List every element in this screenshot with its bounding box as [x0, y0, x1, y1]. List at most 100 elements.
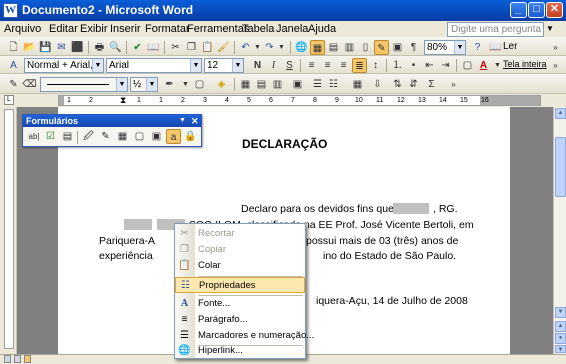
drop-down-field-icon[interactable]: ▤: [60, 129, 75, 144]
cell-align-icon[interactable]: ▣: [290, 77, 305, 92]
permission-icon[interactable]: ✉: [54, 40, 69, 55]
indent-marker-icon[interactable]: ⧗: [120, 96, 126, 105]
horizontal-ruler[interactable]: 1 2 ⧗ 1 1 2 3 4 5 6 7 8 9 10 11 12 13 14…: [58, 95, 541, 106]
draw-table-form-icon[interactable]: ✎: [98, 129, 113, 144]
menu-item-propriedades[interactable]: ☷ Propriedades: [175, 277, 305, 293]
decrease-indent-icon[interactable]: ⇤: [422, 58, 437, 73]
scroll-down-icon[interactable]: ▼: [555, 307, 566, 318]
redacted-rg-field[interactable]: [124, 219, 152, 230]
autoformat-icon[interactable]: ▦: [350, 77, 365, 92]
minimize-button[interactable]: _: [510, 2, 527, 18]
underline-button[interactable]: S: [282, 58, 297, 73]
bold-button[interactable]: N: [250, 58, 265, 73]
menu-janela[interactable]: Janela: [276, 23, 308, 35]
columns-icon[interactable]: ▯: [358, 40, 373, 55]
hyperlink-icon[interactable]: 🌐: [294, 40, 309, 55]
menu-item-fonte[interactable]: A Fonte...: [175, 296, 305, 312]
font-color-icon[interactable]: A: [476, 58, 491, 73]
merge-cells-icon[interactable]: ▤: [254, 77, 269, 92]
increase-indent-icon[interactable]: ⇥: [438, 58, 453, 73]
split-cells-icon[interactable]: ▥: [270, 77, 285, 92]
menu-item-copiar[interactable]: ❐ Copiar: [175, 242, 305, 258]
justify-icon[interactable]: ≣: [352, 58, 367, 73]
redacted-name-field[interactable]: [393, 203, 429, 214]
toolbar-options-dropdown-icon[interactable]: ▼: [179, 115, 186, 127]
browse-object-icon[interactable]: ●: [555, 333, 566, 344]
border-color-icon[interactable]: ✒: [162, 77, 177, 92]
previous-page-icon[interactable]: ▲: [555, 321, 566, 332]
outside-border-icon[interactable]: ▢: [192, 77, 207, 92]
paste-icon[interactable]: 📋: [200, 40, 215, 55]
menu-item-hiperlink[interactable]: 🌐 Hiperlink...: [175, 343, 305, 358]
scroll-up-icon[interactable]: ▲: [555, 108, 566, 119]
spelling-icon[interactable]: ✔: [130, 40, 145, 55]
zoom-select[interactable]: 80% ▼: [424, 40, 466, 55]
tables-borders-icon[interactable]: ▦: [310, 40, 325, 55]
save-icon[interactable]: 💾: [38, 40, 53, 55]
normal-view-icon[interactable]: [4, 355, 11, 363]
numbering-icon[interactable]: ⒈: [390, 58, 405, 73]
web-view-icon[interactable]: [14, 355, 21, 363]
insert-table-form-icon[interactable]: ▦: [115, 129, 130, 144]
align-right-icon[interactable]: ≡: [336, 58, 351, 73]
align-center-icon[interactable]: ≡: [320, 58, 335, 73]
show-hide-icon[interactable]: ¶: [406, 40, 421, 55]
form-field-shading-icon[interactable]: a: [166, 129, 181, 144]
insert-frame-icon[interactable]: ▢: [132, 129, 147, 144]
check-box-field-icon[interactable]: ☑: [43, 129, 58, 144]
draw-table-icon[interactable]: ✎: [6, 77, 21, 92]
menu-ferramentas[interactable]: Ferramentas: [187, 23, 249, 35]
read-label[interactable]: Ler: [503, 41, 517, 52]
next-page-icon[interactable]: ▼: [555, 345, 566, 353]
menu-tabela[interactable]: Tabela: [242, 23, 274, 35]
border-color-dropdown-icon[interactable]: ▼: [178, 77, 193, 92]
style-select[interactable]: Normal + Arial, Justi▼: [24, 58, 104, 73]
insert-frame-2-icon[interactable]: ▣: [149, 129, 164, 144]
help-icon[interactable]: ?: [470, 40, 485, 55]
insert-table-icon[interactable]: ▤: [326, 40, 341, 55]
distribute-rows-icon[interactable]: ☰: [310, 77, 325, 92]
line-spacing-icon[interactable]: ↕: [368, 58, 383, 73]
ask-dropdown-icon[interactable]: ▼: [546, 24, 554, 33]
drawing-icon[interactable]: ✎: [374, 40, 389, 55]
align-left-icon[interactable]: ≡: [304, 58, 319, 73]
formularios-close-icon[interactable]: ✕: [191, 115, 199, 127]
distribute-columns-icon[interactable]: ☷: [326, 77, 341, 92]
menu-item-paragrafo[interactable]: ≡ Parágrafo...: [175, 312, 305, 328]
new-document-icon[interactable]: 🗋: [6, 40, 21, 55]
shading-color-icon[interactable]: ◈: [214, 77, 229, 92]
menu-arquivo[interactable]: Arquivo: [4, 23, 41, 35]
research-icon[interactable]: 📖: [146, 40, 161, 55]
vertical-ruler[interactable]: [4, 109, 14, 349]
toolbar-options-icon-3[interactable]: »: [446, 77, 461, 92]
scroll-thumb[interactable]: [555, 137, 566, 197]
protect-form-icon[interactable]: 🔒: [183, 129, 198, 144]
line-style-select[interactable]: ▼: [40, 77, 128, 92]
font-size-select[interactable]: 12 ▼: [204, 58, 244, 73]
bullets-icon[interactable]: •: [406, 58, 421, 73]
open-icon[interactable]: 📂: [22, 40, 37, 55]
line-weight-select[interactable]: ½ ▼: [130, 77, 158, 92]
reading-layout-icon[interactable]: 📖: [488, 40, 503, 55]
copy-icon[interactable]: ❐: [184, 40, 199, 55]
print-preview-icon[interactable]: 🔍: [108, 40, 123, 55]
sort-descending-icon[interactable]: ⇵: [406, 77, 421, 92]
document-map-icon[interactable]: ▣: [390, 40, 405, 55]
formularios-title-bar[interactable]: Formulários ▼ ✕: [23, 115, 201, 127]
maximize-button[interactable]: □: [528, 2, 545, 18]
pdf-icon[interactable]: ⬛: [70, 40, 85, 55]
menu-inserir[interactable]: Inserir: [110, 23, 141, 35]
text-form-field-icon[interactable]: ab|: [26, 129, 42, 144]
form-field-options-icon[interactable]: 🖉: [81, 129, 96, 144]
menu-editar[interactable]: Editar: [49, 23, 78, 35]
styles-formatting-icon[interactable]: A: [6, 58, 21, 73]
close-button[interactable]: ✕: [546, 2, 563, 18]
word-app-icon[interactable]: W: [3, 3, 18, 18]
redo-dropdown-icon[interactable]: ▼: [274, 40, 289, 55]
sort-ascending-icon[interactable]: ⇅: [390, 77, 405, 92]
font-select[interactable]: Arial ▼: [106, 58, 202, 73]
toolbar-options-icon[interactable]: »: [548, 40, 563, 55]
eraser-icon[interactable]: ⌫: [22, 77, 37, 92]
vertical-scrollbar[interactable]: ▲ ▼ ▲ ● ▼: [553, 107, 566, 354]
menu-ajuda[interactable]: Ajuda: [308, 23, 336, 35]
